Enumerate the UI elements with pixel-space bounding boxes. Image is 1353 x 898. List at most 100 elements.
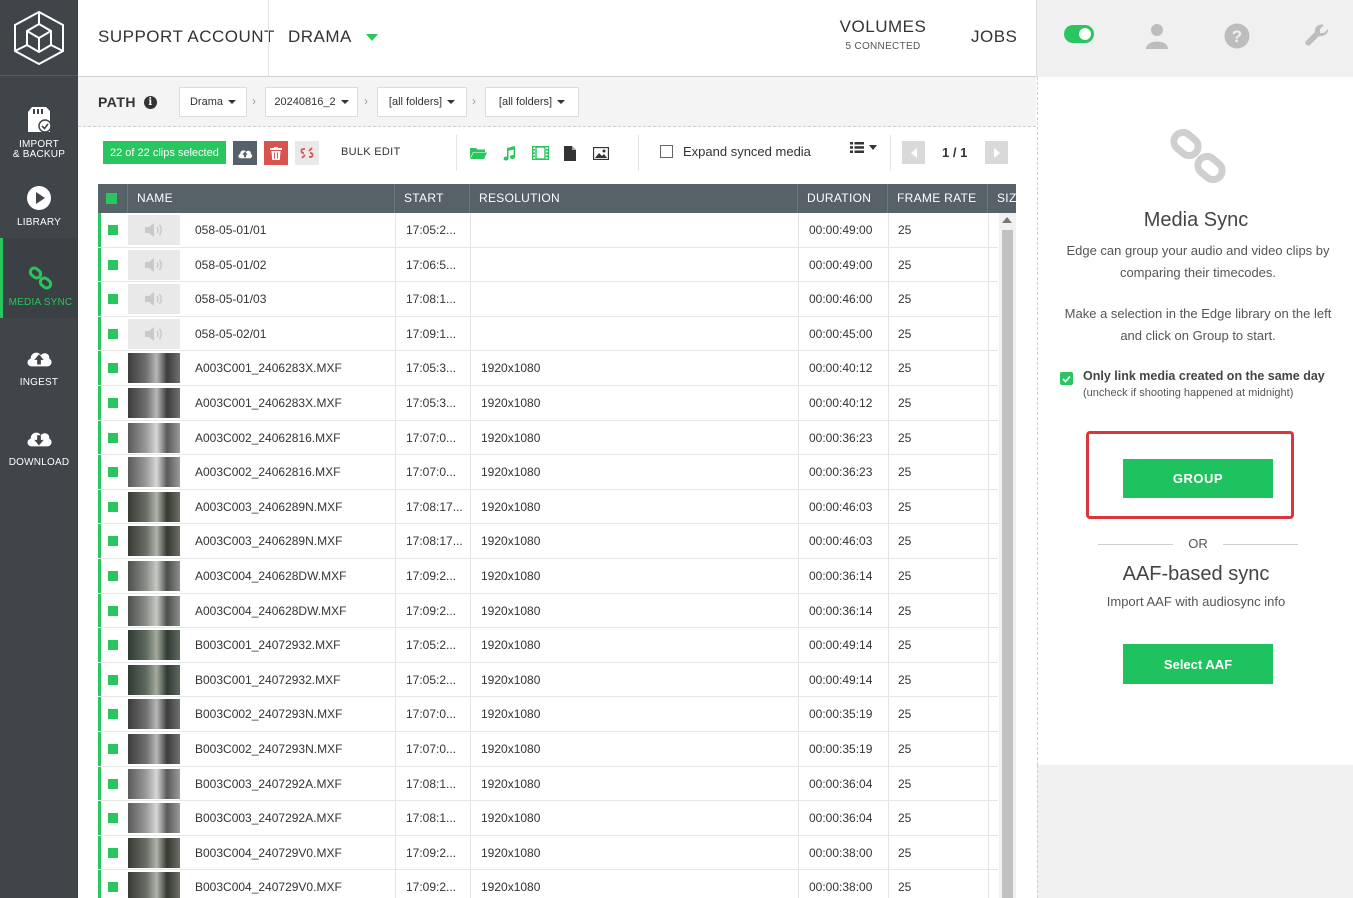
scrollbar-thumb[interactable]: [1002, 230, 1013, 898]
column-divider: [798, 316, 799, 351]
jobs-button[interactable]: JOBS: [971, 27, 1017, 47]
table-row[interactable]: A003C003_2406289N.MXF 17:08:17... 1920x108…: [98, 524, 998, 559]
select-all-checkbox[interactable]: [106, 193, 117, 204]
cell-start: 17:05:2...: [406, 672, 457, 687]
row-checkbox[interactable]: [108, 467, 118, 478]
help-icon[interactable]: ?: [1223, 22, 1251, 50]
info-icon[interactable]: i: [144, 95, 158, 109]
media-sync-instruction: Make a selection in the Edge library on …: [1064, 306, 1332, 343]
row-checkbox[interactable]: [108, 882, 118, 893]
table-row[interactable]: 058-05-01/03 17:08:1... 00:00:46:00 25: [98, 282, 998, 317]
column-start[interactable]: START: [395, 184, 470, 213]
table-row[interactable]: A003C002_24062816.MXF 17:07:0... 1920x1080…: [98, 420, 998, 456]
table-row[interactable]: B003C002_2407293N.MXF 17:07:0... 1920x1080…: [98, 697, 998, 732]
column-size[interactable]: SIZ: [988, 184, 1016, 213]
column-resolution[interactable]: RESOLUTION: [470, 184, 798, 213]
document-icon[interactable]: [558, 141, 582, 165]
table-row[interactable]: 058-05-01/02 17:06:5... 00:00:49:00 25: [98, 247, 998, 283]
row-checkbox[interactable]: [108, 294, 118, 305]
selection-bar: [98, 870, 101, 898]
row-checkbox[interactable]: [108, 328, 118, 339]
selection-bar: [98, 282, 101, 316]
edge-logo[interactable]: [0, 0, 78, 76]
row-checkbox[interactable]: [108, 813, 118, 824]
view-mode-selector[interactable]: [850, 142, 877, 153]
scroll-up-arrow[interactable]: [1002, 217, 1012, 223]
cloud-upload-icon[interactable]: [233, 141, 257, 165]
cell-name: B003C001_24072932.MXF: [195, 638, 341, 653]
cell-name: A003C001_2406283X.MXF: [195, 361, 342, 376]
music-note-icon[interactable]: [497, 141, 521, 165]
trash-icon[interactable]: [264, 141, 288, 165]
row-checkbox[interactable]: [108, 674, 118, 685]
selection-count-badge[interactable]: 22 of 22 clips selected: [103, 141, 226, 164]
row-checkbox[interactable]: [108, 363, 118, 374]
table-row[interactable]: B003C003_2407292A.MXF 17:08:1... 1920x1080…: [98, 766, 998, 802]
column-divider: [798, 386, 799, 420]
nav-media-sync[interactable]: MEDIA SYNC: [0, 238, 78, 318]
account-name[interactable]: SUPPORT ACCOUNT: [98, 27, 275, 47]
column-divider: [888, 386, 889, 420]
row-checkbox[interactable]: [108, 536, 118, 547]
bulk-edit-button[interactable]: BULK EDIT: [341, 146, 401, 158]
table-row[interactable]: B003C002_2407293N.MXF 17:07:0... 1920x1080…: [98, 732, 998, 767]
table-row[interactable]: 058-05-01/01 17:05:2... 00:00:49:00 25: [98, 213, 998, 248]
column-duration[interactable]: DURATION: [798, 184, 888, 213]
column-divider: [988, 835, 989, 870]
select-aaf-button[interactable]: Select AAF: [1123, 644, 1273, 684]
row-checkbox[interactable]: [108, 709, 118, 720]
next-page-button[interactable]: [985, 141, 1008, 164]
film-icon[interactable]: [528, 141, 552, 165]
user-icon[interactable]: [1143, 22, 1171, 50]
table-row[interactable]: B003C004_240729V0.MXF 17:09:2... 1920x1080…: [98, 870, 998, 898]
row-checkbox[interactable]: [108, 259, 118, 270]
row-checkbox[interactable]: [108, 501, 118, 512]
row-checkbox[interactable]: [108, 571, 118, 581]
group-button[interactable]: GROUP: [1123, 459, 1273, 498]
row-checkbox[interactable]: [108, 778, 118, 789]
selection-bar: [98, 316, 101, 351]
nav-import-backup[interactable]: IMPORT & BACKUP: [0, 80, 78, 160]
table-row[interactable]: A003C004_240628DW.MXF 17:09:2... 1920x1080…: [98, 559, 998, 594]
table-row[interactable]: A003C004_240628DW.MXF 17:09:2... 1920x1080…: [98, 593, 998, 629]
expand-synced-checkbox[interactable]: Expand synced media: [660, 144, 811, 159]
row-checkbox[interactable]: [108, 432, 118, 443]
crumb-project[interactable]: Drama: [179, 87, 247, 117]
table-row[interactable]: B003C001_24072932.MXF 17:05:2... 1920x1080…: [98, 662, 998, 698]
crumb-date[interactable]: 20240816_2: [265, 87, 358, 117]
online-toggle[interactable]: [1064, 25, 1094, 43]
row-checkbox[interactable]: [108, 225, 118, 235]
image-icon[interactable]: [589, 141, 613, 165]
table-row[interactable]: B003C004_240729V0.MXF 17:09:2... 1920x1080…: [98, 835, 998, 871]
table-row[interactable]: A003C001_2406283X.MXF 17:05:3... 1920x1080…: [98, 351, 998, 386]
table-row[interactable]: B003C001_24072932.MXF 17:05:2... 1920x1080…: [98, 628, 998, 663]
table-row[interactable]: B003C003_2407292A.MXF 17:08:1... 1920x1080…: [98, 801, 998, 836]
row-checkbox[interactable]: [108, 640, 118, 651]
volumes-button[interactable]: VOLUMES 5 CONNECTED: [838, 17, 928, 52]
row-checkbox[interactable]: [108, 744, 118, 754]
table-row[interactable]: A003C001_2406283X.MXF 17:05:3... 1920x1080…: [98, 386, 998, 421]
row-checkbox[interactable]: [108, 398, 118, 408]
cell-resolution: 1920x1080: [481, 465, 541, 480]
checkbox-checked[interactable]: [1060, 372, 1073, 385]
nav-library[interactable]: LIBRARY: [0, 158, 78, 238]
folder-icon[interactable]: [466, 141, 490, 165]
row-checkbox[interactable]: [108, 605, 118, 616]
table-row[interactable]: 058-05-02/01 17:09:1... 00:00:45:00 25: [98, 316, 998, 352]
column-frame-rate[interactable]: FRAME RATE: [888, 184, 988, 213]
row-checkbox[interactable]: [108, 847, 118, 858]
prev-page-button[interactable]: [902, 141, 925, 164]
cell-frame-rate: 25: [898, 326, 912, 341]
nav-download[interactable]: DOWNLOAD: [0, 398, 78, 478]
project-selector[interactable]: DRAMA: [288, 27, 378, 47]
checkbox-unchecked[interactable]: [660, 145, 673, 158]
wrench-icon[interactable]: [1303, 22, 1331, 50]
same-day-checkbox[interactable]: Only link media created on the same day …: [1060, 369, 1350, 399]
nav-ingest[interactable]: INGEST: [0, 318, 78, 398]
table-row[interactable]: A003C003_2406289N.MXF 17:08:17... 1920x108…: [98, 489, 998, 525]
column-name[interactable]: NAME: [128, 184, 395, 213]
table-row[interactable]: A003C002_24062816.MXF 17:07:0... 1920x1080…: [98, 455, 998, 490]
crumb-folder-1[interactable]: [all folders]: [377, 87, 467, 117]
crumb-folder-2[interactable]: [all folders]: [485, 87, 579, 117]
unlink-icon[interactable]: [295, 141, 319, 165]
